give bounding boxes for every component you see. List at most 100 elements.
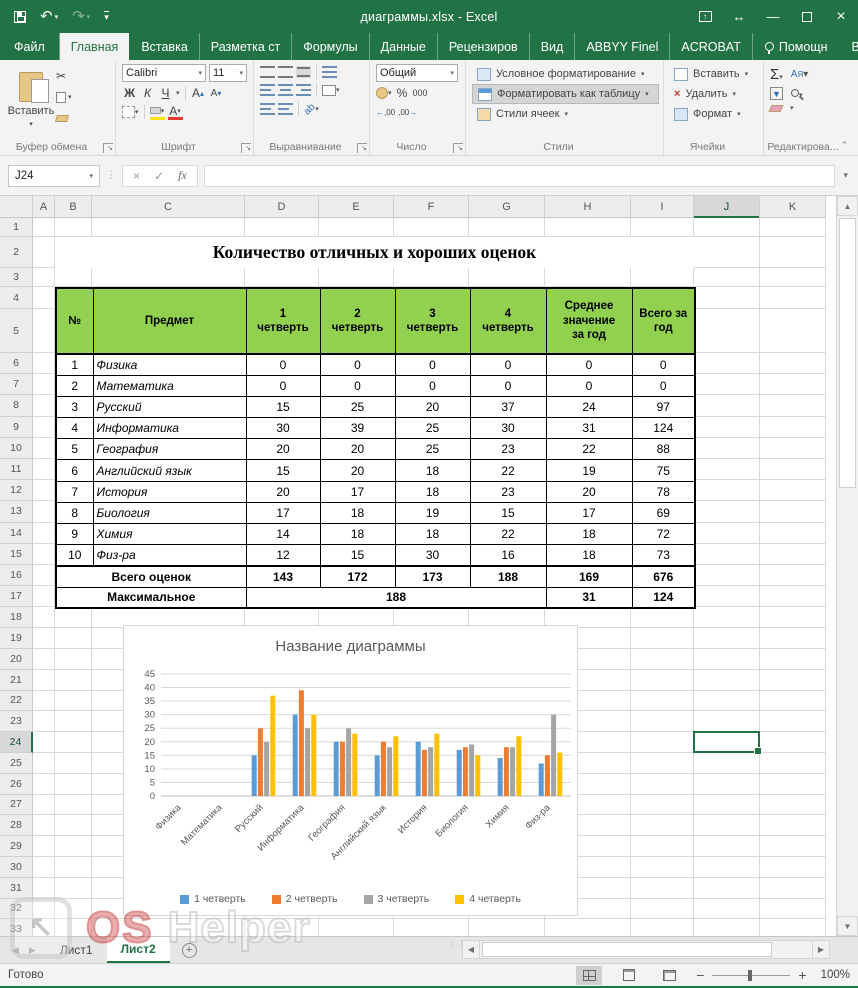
bold-button[interactable]: Ж <box>122 85 137 101</box>
tab-Рецензиров[interactable]: Рецензиров <box>438 33 530 60</box>
dialog-launcher-icon[interactable]: ↘ <box>453 143 463 153</box>
insert-cells-button[interactable]: Вставить ▾ <box>670 64 759 84</box>
zoom-level[interactable]: 100% <box>821 969 850 981</box>
help-button[interactable]: Помощн <box>761 40 832 54</box>
orientation-button[interactable]: ab ▾ <box>302 101 319 117</box>
row-header-21[interactable]: 21 <box>0 669 33 691</box>
row-header-13[interactable]: 13 <box>0 501 33 523</box>
row-header-20[interactable]: 20 <box>0 649 33 670</box>
customize-qat-button[interactable]: ▾ <box>104 11 109 22</box>
sort-filter-button[interactable]: АЯ▾ <box>791 69 808 80</box>
align-top-button[interactable] <box>260 66 275 78</box>
borders-button[interactable]: ▾ <box>122 104 139 120</box>
tab-ACROBAT[interactable]: ACROBAT <box>670 33 753 60</box>
column-header-I[interactable]: I <box>631 196 694 217</box>
fill-button[interactable]: ▼ <box>770 87 783 100</box>
column-header-C[interactable]: C <box>92 196 245 217</box>
add-sheet-button[interactable]: + <box>181 942 197 958</box>
font-size-select[interactable]: 11 ▾ <box>209 64 247 82</box>
row-header-16[interactable]: 16 <box>0 565 33 587</box>
autosum-button[interactable]: Σ▾ <box>770 66 783 83</box>
column-header-B[interactable]: B <box>55 196 92 217</box>
save-icon[interactable] <box>14 10 26 23</box>
selected-cell[interactable] <box>693 731 762 755</box>
wrap-text-button[interactable] <box>322 66 337 78</box>
format-cells-button[interactable]: Формат ▾ <box>670 104 759 124</box>
row-header-29[interactable]: 29 <box>0 836 33 857</box>
row-header-30[interactable]: 30 <box>0 857 33 878</box>
cell-styles-button[interactable]: Стили ячеек ▾ <box>472 104 659 124</box>
column-header-K[interactable]: K <box>760 196 826 217</box>
row-header-32[interactable]: 32 <box>0 898 33 920</box>
name-box[interactable]: J24 ▾ <box>8 164 100 187</box>
row-header-12[interactable]: 12 <box>0 480 33 502</box>
row-header-23[interactable]: 23 <box>0 711 33 733</box>
cut-button[interactable]: ✂ <box>56 68 72 84</box>
cancel-entry-icon[interactable]: × <box>133 169 140 183</box>
font-color-button[interactable]: А ▾ <box>167 104 183 120</box>
minimize-button[interactable]: — <box>756 0 790 33</box>
row-header-22[interactable]: 22 <box>0 690 33 712</box>
horizontal-scrollbar[interactable]: ◀ ▶ <box>462 940 830 959</box>
row-header-27[interactable]: 27 <box>0 794 33 816</box>
zoom-slider[interactable] <box>712 969 791 981</box>
row-header-26[interactable]: 26 <box>0 773 33 795</box>
format-painter-button[interactable] <box>55 110 72 126</box>
increase-indent-button[interactable] <box>278 103 293 115</box>
row-header-8[interactable]: 8 <box>0 395 33 417</box>
find-select-button[interactable]: ▾ <box>791 88 803 100</box>
row-header-25[interactable]: 25 <box>0 753 33 774</box>
shrink-font-button[interactable]: А ▾ <box>209 85 224 101</box>
horizontal-scroll-thumb[interactable] <box>482 942 772 957</box>
copy-button[interactable]: ▾ <box>56 89 72 105</box>
column-header-J[interactable]: J <box>694 196 760 218</box>
tab-Данные[interactable]: Данные <box>370 33 438 60</box>
clear-button[interactable] <box>768 104 784 112</box>
next-sheet-icon[interactable]: ▶ <box>29 945 36 956</box>
row-header-17[interactable]: 17 <box>0 586 33 608</box>
page-layout-view-button[interactable] <box>616 966 642 985</box>
increase-decimal-button[interactable]: ← ,00 <box>376 104 395 120</box>
align-bottom-button[interactable] <box>296 66 311 78</box>
row-header-31[interactable]: 31 <box>0 877 33 899</box>
row-header-9[interactable]: 9 <box>0 416 33 438</box>
row-header-2[interactable]: 2 <box>0 237 33 268</box>
align-middle-button[interactable] <box>278 66 293 78</box>
column-header-H[interactable]: H <box>545 196 631 217</box>
page-break-view-button[interactable] <box>656 966 682 985</box>
row-header-7[interactable]: 7 <box>0 374 33 396</box>
fill-color-button[interactable]: ▾ <box>149 104 165 120</box>
tab-Разметка ст[interactable]: Разметка ст <box>200 33 293 60</box>
scroll-right-icon[interactable]: ▶ <box>812 940 830 959</box>
close-button[interactable]: × <box>824 0 858 33</box>
delete-cells-button[interactable]: × Удалить ▾ <box>670 84 759 104</box>
collapse-ribbon-button[interactable]: ⌃ <box>840 140 848 151</box>
decrease-indent-button[interactable] <box>260 103 275 115</box>
paste-button[interactable]: Вставить ▾ <box>6 64 56 136</box>
scroll-left-icon[interactable]: ◀ <box>462 940 480 959</box>
tab-Формулы[interactable]: Формулы <box>292 33 370 60</box>
undo-button[interactable]: ↶ ▾ <box>40 9 58 24</box>
align-left-button[interactable] <box>260 84 275 96</box>
vertical-scrollbar[interactable]: ▲ ▼ <box>836 196 858 936</box>
scroll-up-icon[interactable]: ▲ <box>837 196 858 216</box>
tab-Вид[interactable]: Вид <box>530 33 576 60</box>
dialog-launcher-icon[interactable]: ↘ <box>241 143 251 153</box>
comma-style-button[interactable]: 000 <box>413 85 428 101</box>
percent-style-button[interactable]: % <box>395 85 410 101</box>
column-header-A[interactable]: A <box>33 196 55 217</box>
accounting-format-button[interactable]: ▾ <box>376 85 392 101</box>
normal-view-button[interactable] <box>576 965 603 985</box>
sign-in-button[interactable]: Вход <box>848 40 858 54</box>
column-header-G[interactable]: G <box>469 196 545 217</box>
align-center-button[interactable] <box>278 84 293 96</box>
dialog-launcher-icon[interactable]: ↘ <box>103 143 113 153</box>
tab-Вставка[interactable]: Вставка <box>130 33 200 60</box>
row-header-18[interactable]: 18 <box>0 607 33 629</box>
column-header-F[interactable]: F <box>394 196 469 217</box>
row-header-10[interactable]: 10 <box>0 437 33 459</box>
row-header-15[interactable]: 15 <box>0 543 33 565</box>
row-header-11[interactable]: 11 <box>0 459 33 481</box>
sheet-tab-Лист1[interactable]: Лист1 <box>46 937 107 963</box>
row-header-6[interactable]: 6 <box>0 353 33 375</box>
